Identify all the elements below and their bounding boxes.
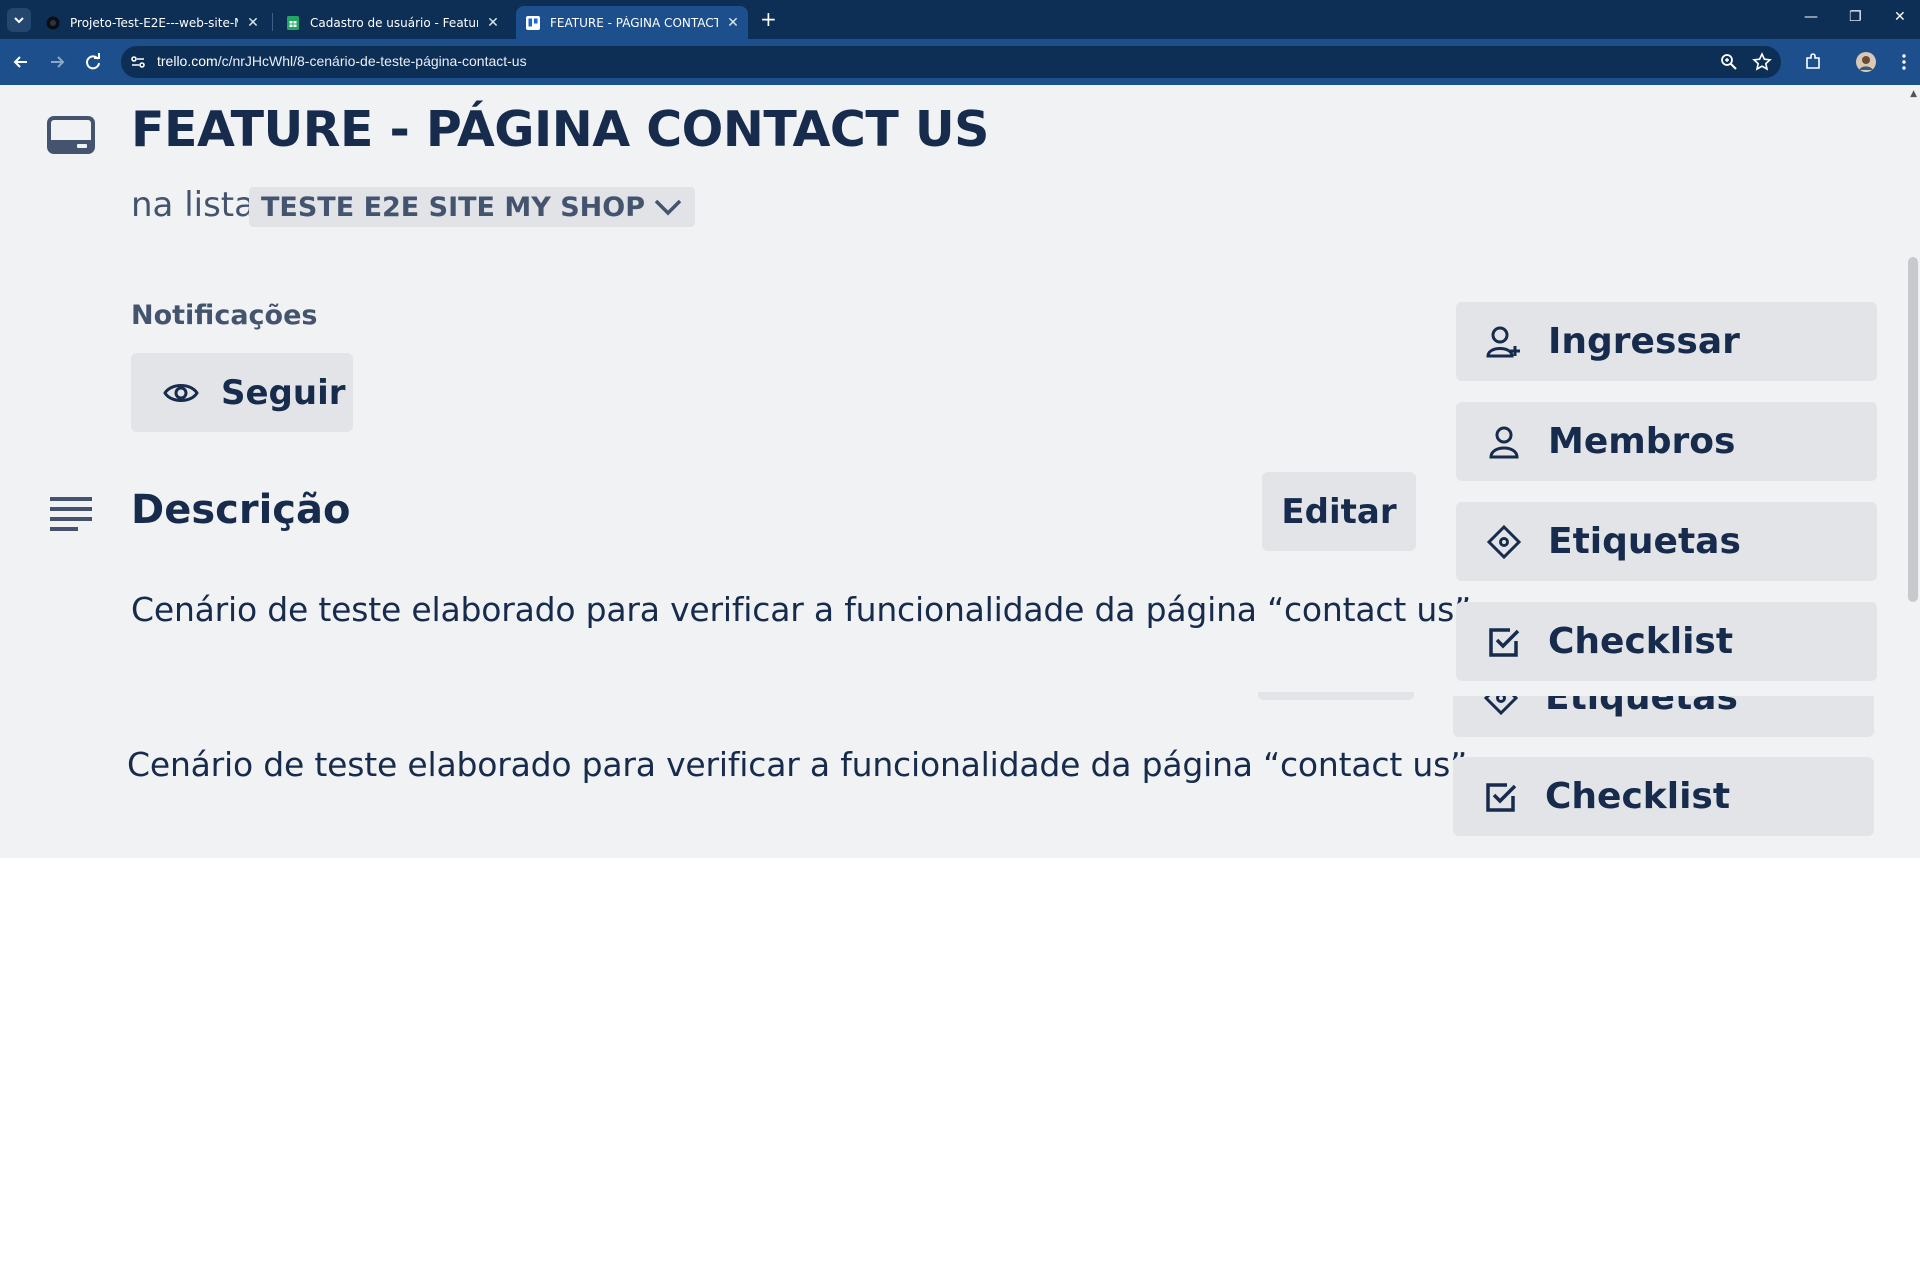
- tab-search-button[interactable]: [7, 8, 31, 32]
- members-label: Membros: [1548, 421, 1736, 462]
- site-info-icon[interactable]: [128, 52, 148, 72]
- spreadsheet-icon: [287, 15, 299, 30]
- description-title: Descrição: [131, 487, 351, 533]
- tab-title: Cadastro de usuário - Feature -: [310, 15, 478, 30]
- chevron-down-icon: [654, 199, 682, 216]
- browser-tab-bar: Projeto-Test-E2E---web-site-My ✕ Cadastr…: [0, 0, 1920, 39]
- notifications-label: Notificações: [131, 300, 318, 331]
- close-icon[interactable]: ✕: [246, 15, 260, 31]
- scrollbar[interactable]: ▲: [1906, 85, 1920, 858]
- scrollbar-thumb[interactable]: [1908, 257, 1918, 602]
- menu-kebab-icon[interactable]: [1894, 52, 1914, 72]
- checklist-label: Checklist: [1545, 776, 1731, 817]
- person-icon: [1489, 426, 1519, 458]
- tab-sheets[interactable]: Cadastro de usuário - Feature - ✕: [276, 6, 508, 39]
- checklist-button[interactable]: Checklist: [1456, 602, 1877, 681]
- list-name: TESTE E2E SITE MY SHOP: [261, 191, 645, 223]
- tab-trello-active[interactable]: FEATURE - PÁGINA CONTACT U ✕: [516, 6, 748, 39]
- labels-button-duplicate: Etiquetas: [1453, 696, 1874, 737]
- minimize-icon[interactable]: —: [1804, 9, 1818, 25]
- add-person-icon: [1486, 326, 1520, 357]
- tag-icon: [1486, 524, 1522, 559]
- card-icon: [47, 116, 95, 154]
- checkbox-icon: [1489, 627, 1520, 657]
- url-path: /c/nrJHcWhl/8-cenário-de-teste-página-co…: [217, 53, 527, 69]
- new-tab-button[interactable]: +: [760, 8, 777, 30]
- close-icon[interactable]: ✕: [726, 15, 740, 31]
- edit-description-button[interactable]: Editar: [1262, 472, 1416, 551]
- checklist-label: Checklist: [1548, 621, 1734, 662]
- close-icon[interactable]: ✕: [486, 15, 500, 31]
- render-artifact-edge: [1258, 692, 1414, 700]
- follow-button[interactable]: Seguir: [131, 353, 353, 432]
- tag-icon: [1483, 696, 1519, 715]
- tab-github[interactable]: Projeto-Test-E2E---web-site-My ✕: [36, 6, 268, 39]
- card-title[interactable]: FEATURE - PÁGINA CONTACT US: [131, 101, 989, 158]
- forward-icon[interactable]: [46, 51, 68, 73]
- extensions-icon[interactable]: [1803, 52, 1823, 72]
- description-icon: [50, 497, 92, 531]
- description-text[interactable]: Cenário de teste elaborado para verifica…: [131, 590, 1481, 629]
- checkbox-icon: [1486, 782, 1517, 812]
- checklist-button-duplicate: Checklist: [1453, 757, 1874, 836]
- zoom-icon[interactable]: [1719, 52, 1739, 72]
- labels-button[interactable]: Etiquetas: [1456, 502, 1877, 581]
- bookmark-star-icon[interactable]: [1752, 52, 1772, 72]
- close-window-icon[interactable]: ✕: [1894, 9, 1906, 25]
- reload-icon[interactable]: [82, 51, 104, 73]
- join-button[interactable]: Ingressar: [1456, 302, 1877, 381]
- labels-label: Etiquetas: [1545, 696, 1738, 718]
- card-detail-page: FEATURE - PÁGINA CONTACT US na lista TES…: [0, 85, 1920, 858]
- restore-icon[interactable]: ❐: [1849, 9, 1862, 25]
- avatar[interactable]: [1856, 52, 1876, 72]
- github-icon: [46, 16, 60, 29]
- tab-title: Projeto-Test-E2E---web-site-My: [70, 15, 238, 30]
- members-button[interactable]: Membros: [1456, 402, 1877, 481]
- chevron-down-icon: [14, 17, 24, 24]
- url-text[interactable]: trello.com/c/nrJHcWhl/8-cenário-de-teste…: [157, 53, 527, 69]
- description-text-duplicate: Cenário de teste elaborado para verifica…: [127, 745, 1478, 784]
- join-label: Ingressar: [1548, 321, 1740, 362]
- scroll-up-arrow-icon[interactable]: ▲: [1910, 89, 1917, 99]
- labels-label: Etiquetas: [1548, 521, 1741, 562]
- list-prefix-label: na lista: [131, 185, 255, 225]
- tab-title: FEATURE - PÁGINA CONTACT U: [550, 15, 718, 30]
- eye-icon: [163, 383, 199, 402]
- tab-separator: [272, 13, 273, 31]
- list-selector-button[interactable]: TESTE E2E SITE MY SHOP: [249, 187, 695, 227]
- follow-label: Seguir: [221, 372, 346, 413]
- trello-icon: [526, 15, 540, 30]
- url-host: trello.com: [157, 53, 218, 69]
- back-icon[interactable]: [10, 51, 32, 73]
